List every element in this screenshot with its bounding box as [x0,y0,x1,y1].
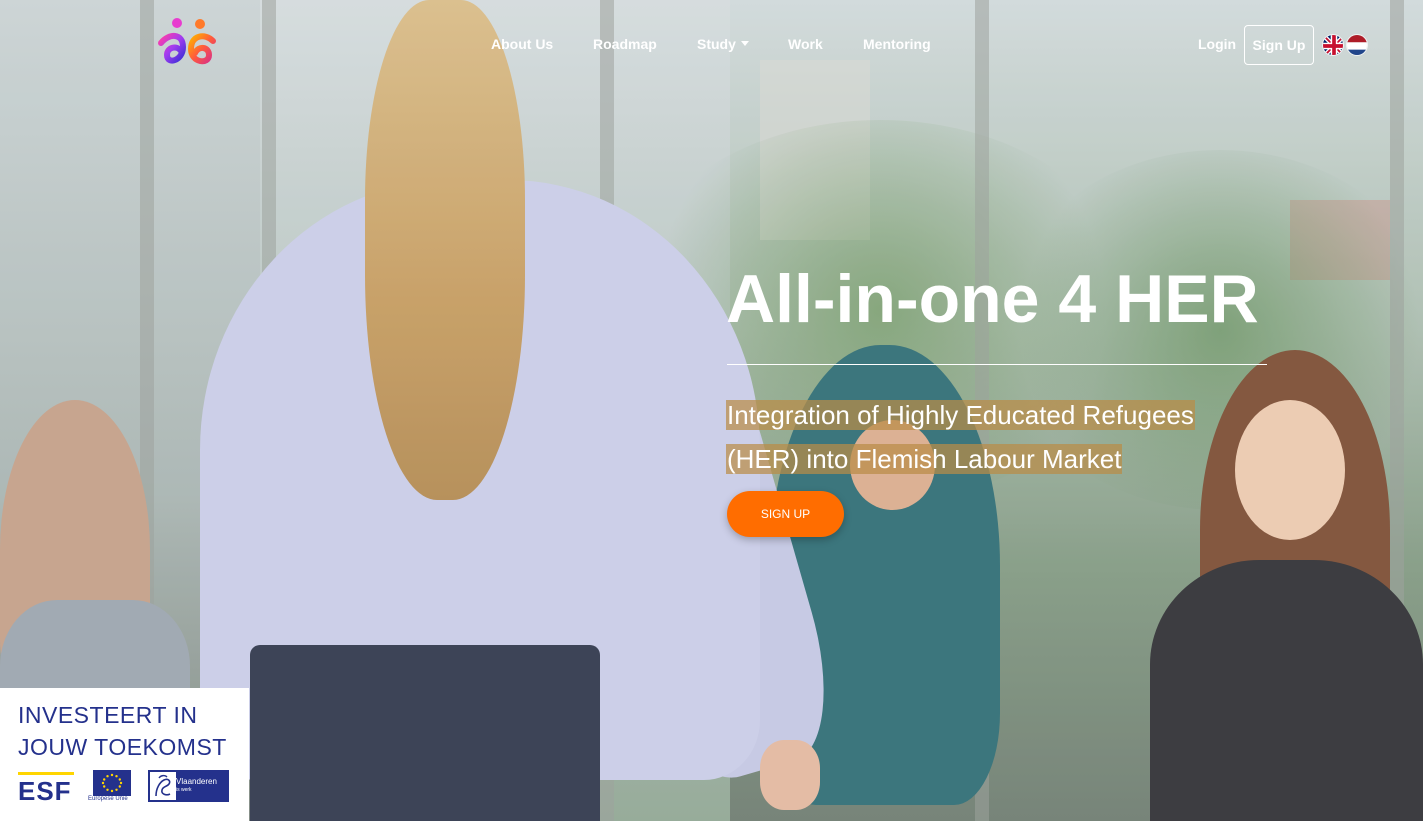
hero-signup-button[interactable]: SIGN UP [727,491,844,537]
vlaanderen-name: Vlaanderen [176,777,217,786]
eu-caption: Europese Unie [88,796,128,802]
hero-subtitle-line2: (HER) into Flemish Labour Market [726,444,1123,474]
netherlands-flag-icon[interactable] [1346,34,1368,56]
esf-badge[interactable]: INVESTEERT IN JOUW TOEKOMST ESF Europese… [0,688,249,821]
vlaanderen-logo: Vlaanderen is werk [148,770,229,802]
hero-divider [727,364,1267,365]
esf-line2: JOUW TOEKOMST [18,734,227,760]
hero-subtitle-line1: Integration of Highly Educated Refugees [726,400,1195,430]
nav-study-dropdown[interactable]: Study [697,36,749,52]
eu-flag-icon [93,770,131,796]
vlaanderen-sub: is werk [176,787,192,793]
hero-subtitle: Integration of Highly Educated Refugees … [726,393,1266,481]
nav-about-us[interactable]: About Us [491,36,553,52]
esf-logo: ESF [18,772,76,806]
esf-line1: INVESTEERT IN [18,702,198,728]
nav-work[interactable]: Work [788,36,823,52]
uk-flag-icon[interactable] [1322,34,1344,56]
lion-icon [150,772,176,800]
nav-mentoring[interactable]: Mentoring [863,36,931,52]
nav-roadmap[interactable]: Roadmap [593,36,657,52]
esf-logo-text: ESF [18,776,72,806]
site-logo[interactable] [155,15,219,73]
hero-title: All-in-one 4 HER [726,261,1259,337]
login-link[interactable]: Login [1198,36,1236,52]
nav-study-label: Study [697,36,736,52]
chevron-down-icon [740,40,749,46]
signup-button[interactable]: Sign Up [1244,25,1314,65]
